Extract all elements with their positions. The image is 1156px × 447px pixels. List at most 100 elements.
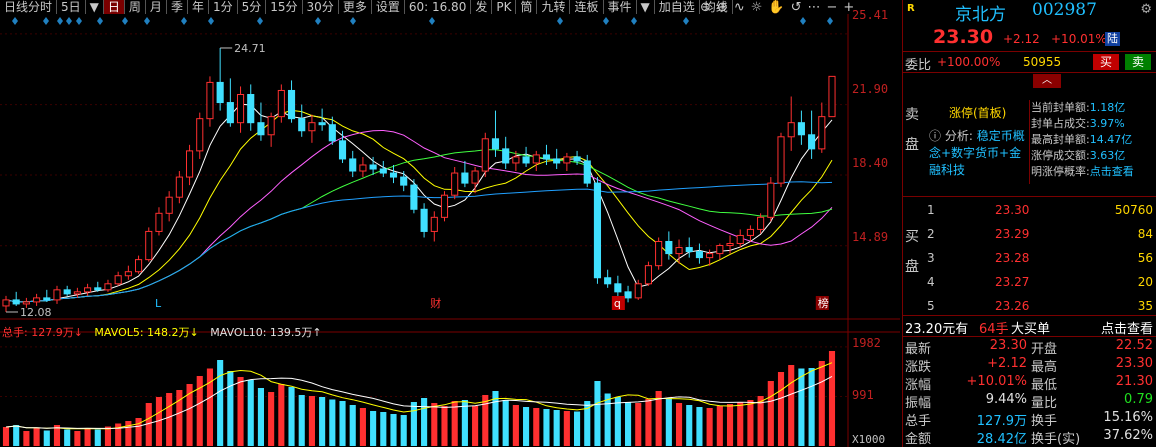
toolbar-extra-item[interactable]: 事件 xyxy=(604,0,637,14)
bid-p: 23.30 xyxy=(995,203,1030,217)
bid-row[interactable]: 3 23.28 56 xyxy=(925,246,1155,270)
quote-v1: 23.30 xyxy=(989,338,1027,353)
quote-row: 振幅 9.44% 量比 0.79 xyxy=(903,392,1156,411)
candle-body xyxy=(400,176,408,186)
candle-body xyxy=(84,287,92,293)
candle-body xyxy=(206,81,214,120)
period-tab[interactable]: 日 xyxy=(103,0,125,14)
collapse-caret-icon[interactable]: ︿ xyxy=(1033,74,1061,88)
candle-body xyxy=(2,299,10,307)
price-axis-label: 14.89 xyxy=(852,230,889,244)
buy-button[interactable]: 买 xyxy=(1093,54,1119,70)
volume-bar xyxy=(2,427,10,446)
deal-view-link[interactable]: 点击查看 xyxy=(1101,318,1153,337)
price-axis-label: 18.40 xyxy=(852,156,889,170)
zoom-out-icon[interactable]: ⊖ xyxy=(700,0,711,15)
stat-value: 14.47亿 xyxy=(1089,133,1133,146)
last-price: 23.30 xyxy=(933,26,994,48)
period-marker-icon xyxy=(603,17,609,25)
bid-lvl: 1 xyxy=(927,203,935,217)
sell-button[interactable]: 卖 xyxy=(1125,54,1151,70)
bid-row[interactable]: 4 23.27 20 xyxy=(925,270,1155,294)
limit-up-stat-row: 当前封单额:1.18亿 xyxy=(1031,100,1134,116)
stat-label: 涨停成交额: xyxy=(1031,149,1090,162)
period-tab[interactable]: 15分 xyxy=(266,0,303,14)
brightness-icon[interactable]: ☼ xyxy=(751,0,763,15)
chart-tool-icons: ⊖ ⊕ ∿ ☼ ✋ ↺ ⋯ − + xyxy=(700,0,854,15)
candle-body xyxy=(135,259,143,273)
candle-body xyxy=(440,194,449,218)
toolbar-extra-item[interactable]: 发 xyxy=(471,0,493,14)
quote-v2: 22.52 xyxy=(1115,338,1153,353)
volume-bar xyxy=(125,421,132,446)
period-marker-icon xyxy=(181,17,187,25)
candle-body xyxy=(73,291,81,295)
analysis-prefix: 分析: xyxy=(944,129,973,143)
candle-body xyxy=(124,271,132,277)
hand-icon[interactable]: ✋ xyxy=(768,0,784,15)
quote-k1: 涨跌 xyxy=(905,360,932,375)
toolbar-extra-item[interactable]: 九转 xyxy=(537,0,571,14)
zongshou-label: 总手: 127.9万↓ xyxy=(2,326,83,339)
stat-value[interactable]: 点击查看 xyxy=(1090,165,1134,178)
toolbar-extra-item[interactable]: ▼ xyxy=(637,0,655,14)
period-tab[interactable]: 日线分时 xyxy=(0,0,58,14)
period-tab[interactable]: 周 xyxy=(125,0,146,14)
analysis-text[interactable]: ⓘ 分析: 稳定币概念+数字货币+金融科技 xyxy=(929,128,1029,179)
wave-icon[interactable]: ∿ xyxy=(734,0,745,15)
toolbar-extra-item[interactable]: 加自选 xyxy=(655,0,700,14)
volume-bar xyxy=(104,426,112,446)
bid-lvl: 4 xyxy=(927,275,935,289)
volume-bar xyxy=(319,397,326,446)
stat-label: 明涨停概率: xyxy=(1031,165,1090,178)
volume-bar xyxy=(553,410,560,446)
candle-body xyxy=(512,156,520,164)
candle-body xyxy=(522,156,530,164)
period-marker-icon xyxy=(800,17,806,25)
period-tab[interactable]: ▼ xyxy=(86,0,104,14)
quote-k1: 总手 xyxy=(905,414,932,429)
bid-row[interactable]: 1 23.30 50760 xyxy=(925,198,1155,222)
limit-up-title: 涨停(首板) xyxy=(949,106,1007,120)
bid-row[interactable]: 2 23.29 84 xyxy=(925,222,1155,246)
gear-icon[interactable]: ⚙ xyxy=(1140,2,1152,17)
period-marker-icon xyxy=(257,17,263,25)
volume-bar xyxy=(380,412,387,446)
volume-bar xyxy=(737,402,744,446)
candle-body xyxy=(502,148,510,164)
toolbar-extra-item[interactable]: 60: 16.80 xyxy=(405,0,472,14)
volume-bar xyxy=(33,428,40,446)
analysis-concepts[interactable]: 稳定币概念+数字货币+金融科技 xyxy=(929,129,1025,177)
divider xyxy=(1029,100,1030,184)
zoom-in-icon[interactable]: ⊕ xyxy=(717,0,728,15)
stat-value: 1.18亿 xyxy=(1089,101,1126,114)
limit-up-stat-row[interactable]: 明涨停概率:点击查看 xyxy=(1031,164,1134,180)
volume-bar xyxy=(512,405,519,446)
volume-bar xyxy=(808,368,815,446)
period-tab[interactable]: 1分 xyxy=(209,0,238,14)
minus-icon[interactable]: − xyxy=(826,0,837,15)
info-icon: ⓘ xyxy=(929,129,942,143)
period-tab[interactable]: 设置 xyxy=(372,0,405,14)
more-icon[interactable]: ⋯ xyxy=(807,0,820,15)
board-badge: 陆 xyxy=(1105,32,1120,46)
candle-body xyxy=(410,184,418,210)
reset-icon[interactable]: ↺ xyxy=(791,0,802,15)
period-tab[interactable]: 30分 xyxy=(303,0,339,14)
candle-body xyxy=(573,156,581,162)
volume-bar xyxy=(747,400,754,446)
limit-up-stats: 当前封单额:1.18亿 封单占成交:3.97% 最高封单额:14.47亿 涨停成交额:… xyxy=(1031,100,1134,180)
period-tab[interactable]: 年 xyxy=(188,0,209,14)
toolbar-extra-item[interactable]: 筒 xyxy=(516,0,538,14)
candle-body xyxy=(614,283,622,293)
toolbar-extra-item[interactable]: 连板 xyxy=(570,0,604,14)
period-tab[interactable]: 月 xyxy=(146,0,167,14)
period-tab[interactable]: 5分 xyxy=(238,0,267,14)
period-tab[interactable]: 季 xyxy=(167,0,188,14)
period-tab[interactable]: 更多 xyxy=(339,0,372,14)
stat-value: 3.63亿 xyxy=(1089,149,1126,162)
toolbar-extra-item[interactable]: PK xyxy=(492,0,517,14)
kline-chart[interactable]: 24.71 12.08 L 财 q 榜 xyxy=(0,14,900,447)
period-tab[interactable]: 5日 xyxy=(57,0,86,14)
volume-bar xyxy=(686,405,693,446)
